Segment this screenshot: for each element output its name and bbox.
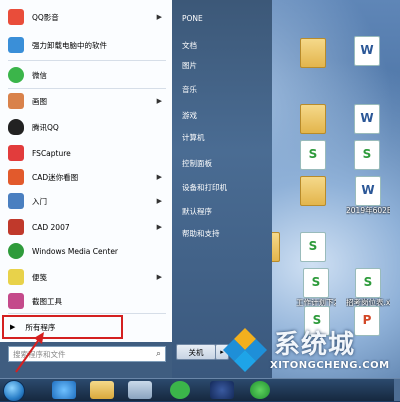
start-orb-button[interactable] <box>3 380 25 402</box>
file-explorer-icon[interactable] <box>90 381 114 399</box>
calculator-icon[interactable] <box>128 381 152 399</box>
internet-explorer-icon[interactable] <box>52 381 76 399</box>
taskbar <box>0 378 400 402</box>
show-desktop-button[interactable] <box>394 379 400 401</box>
xitongcheng-logo-icon <box>223 328 267 372</box>
watermark: 系统城 XITONGCHENG.COM <box>222 322 400 378</box>
wechat-taskbar-icon[interactable] <box>170 381 190 399</box>
green-app-taskbar-icon[interactable] <box>250 381 270 399</box>
app-taskbar-icon[interactable] <box>210 381 234 399</box>
